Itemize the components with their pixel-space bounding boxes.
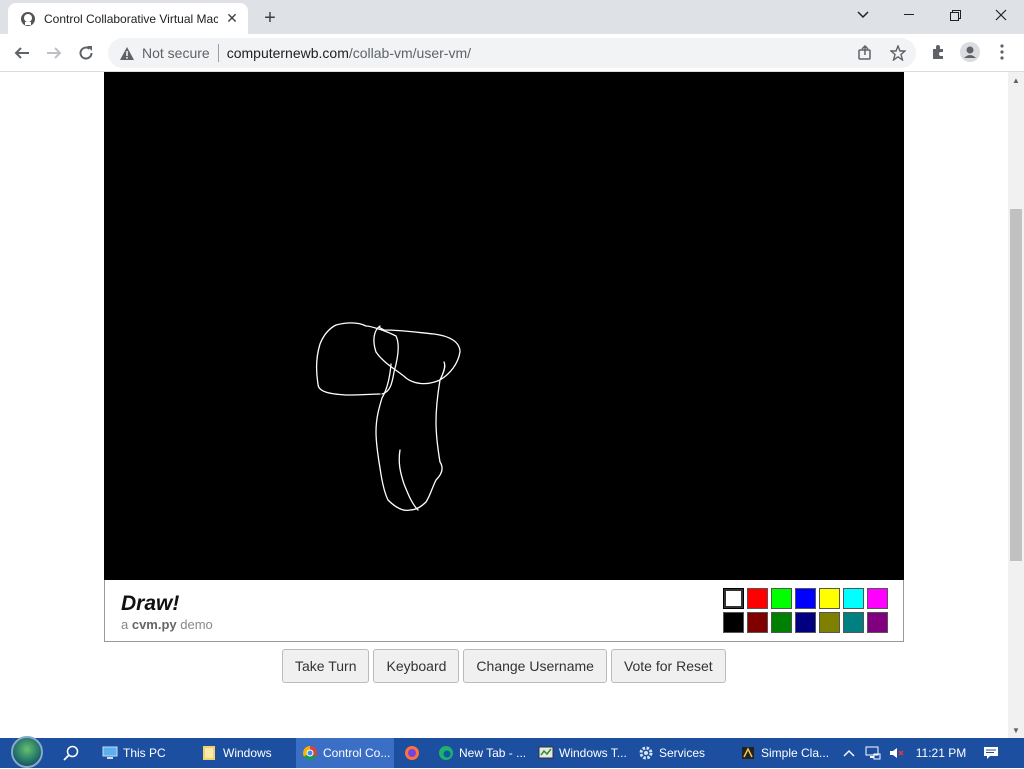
color-swatch[interactable] bbox=[867, 612, 888, 633]
url-host: computernewb.com bbox=[226, 45, 349, 61]
color-swatch[interactable] bbox=[771, 612, 792, 633]
taskbar: This PC Windows Control Co... New Tab - … bbox=[0, 735, 1024, 769]
scroll-up-arrow-icon[interactable]: ▲ bbox=[1008, 72, 1024, 88]
security-label[interactable]: Not secure bbox=[142, 45, 210, 61]
gear-icon bbox=[639, 746, 653, 760]
taskbar-label: Control Co... bbox=[323, 746, 391, 760]
folder-icon bbox=[203, 746, 215, 760]
drawing-stroke-left-blob bbox=[316, 322, 399, 396]
vote-reset-button[interactable]: Vote for Reset bbox=[610, 649, 726, 683]
taskbar-item-edge[interactable]: New Tab - ... bbox=[432, 738, 530, 768]
drawing-stroke-inner bbox=[398, 449, 419, 511]
taskbar-item-simple-classic[interactable]: Simple Cla... bbox=[734, 738, 834, 768]
close-window-icon[interactable] bbox=[978, 0, 1024, 30]
taskbar-item-windows[interactable]: Windows bbox=[196, 738, 294, 768]
subtitle-bold: cvm.py bbox=[131, 617, 177, 632]
taskbar-item-this-pc[interactable]: This PC bbox=[96, 738, 196, 768]
tab-title: Control Collaborative Virtual Machine bbox=[44, 11, 218, 26]
take-turn-button[interactable]: Take Turn bbox=[282, 649, 370, 683]
color-swatch[interactable] bbox=[747, 588, 768, 609]
app-icon bbox=[742, 747, 754, 759]
taskbar-item-firefox[interactable] bbox=[398, 738, 430, 768]
close-tab-icon[interactable]: ✕ bbox=[224, 10, 240, 27]
color-swatch[interactable] bbox=[843, 588, 864, 609]
color-swatch[interactable] bbox=[819, 588, 840, 609]
scroll-down-arrow-icon[interactable]: ▼ bbox=[1008, 722, 1024, 738]
color-swatch[interactable] bbox=[819, 612, 840, 633]
taskbar-item-chrome[interactable]: Control Co... bbox=[296, 738, 394, 768]
back-arrow-icon[interactable] bbox=[7, 38, 37, 68]
color-swatch[interactable] bbox=[867, 588, 888, 609]
restore-icon[interactable] bbox=[932, 0, 978, 30]
color-palette bbox=[723, 588, 889, 634]
color-swatch[interactable] bbox=[795, 588, 816, 609]
page-content: Draw! a cvm.py demo Take Turn Keyboard C… bbox=[0, 72, 1008, 738]
monitor-icon bbox=[102, 746, 118, 759]
change-username-button[interactable]: Change Username bbox=[463, 649, 607, 683]
color-swatch[interactable] bbox=[843, 612, 864, 633]
browser-toolbar: Not secure computernewb.com /collab-vm/u… bbox=[0, 34, 1024, 72]
color-swatch[interactable] bbox=[795, 612, 816, 633]
extensions-icon[interactable] bbox=[924, 38, 952, 66]
taskbar-label: Windows bbox=[223, 746, 272, 760]
address-separator bbox=[217, 44, 219, 62]
vm-button-bar: Take Turn Keyboard Change Username Vote … bbox=[282, 649, 726, 683]
taskbar-item-task-manager[interactable]: Windows T... bbox=[532, 738, 630, 768]
chrome-icon bbox=[303, 746, 317, 760]
url-path: /collab-vm/user-vm/ bbox=[348, 45, 472, 61]
vm-screen[interactable] bbox=[104, 72, 904, 580]
color-swatch[interactable] bbox=[747, 612, 768, 633]
minimize-icon[interactable] bbox=[886, 0, 932, 30]
page-scrollbar[interactable]: ▲ ▼ bbox=[1008, 72, 1024, 738]
menu-kebab-icon[interactable] bbox=[988, 38, 1016, 66]
clock[interactable]: 11:21 PM bbox=[912, 738, 970, 768]
drawing-canvas[interactable] bbox=[104, 72, 904, 580]
tab-strip: Control Collaborative Virtual Machine ✕ … bbox=[0, 0, 1024, 34]
scrollbar-thumb[interactable] bbox=[1010, 209, 1022, 561]
taskbar-label: Services bbox=[659, 746, 706, 760]
drawing-stroke-stem bbox=[375, 361, 446, 512]
color-swatch[interactable] bbox=[723, 588, 744, 609]
firefox-icon bbox=[405, 746, 419, 760]
tab-search-icon[interactable] bbox=[840, 0, 886, 30]
vm-footer: Draw! a cvm.py demo bbox=[104, 580, 904, 642]
start-orb-icon bbox=[11, 736, 43, 768]
search-icon[interactable] bbox=[58, 741, 84, 765]
reload-icon[interactable] bbox=[71, 38, 101, 68]
subtitle-prefix: a bbox=[121, 617, 132, 632]
taskbar-label: Windows T... bbox=[559, 746, 627, 760]
color-swatch[interactable] bbox=[723, 612, 744, 633]
profile-avatar-icon[interactable] bbox=[956, 38, 984, 66]
action-center-icon[interactable] bbox=[980, 738, 1002, 768]
collabvm-favicon-icon bbox=[20, 11, 36, 27]
drawing-stroke-right-blob bbox=[373, 325, 461, 385]
task-manager-icon bbox=[538, 746, 554, 759]
new-tab-icon[interactable]: + bbox=[258, 6, 282, 30]
keyboard-button[interactable]: Keyboard bbox=[373, 649, 460, 683]
edge-icon bbox=[439, 746, 453, 760]
color-swatch[interactable] bbox=[771, 588, 792, 609]
warning-icon[interactable] bbox=[118, 44, 136, 62]
taskbar-label: Simple Cla... bbox=[761, 746, 830, 760]
tray-chevron-up-icon[interactable] bbox=[840, 738, 858, 768]
bookmark-star-icon[interactable] bbox=[886, 41, 910, 65]
volume-muted-icon[interactable] bbox=[886, 738, 908, 768]
taskbar-item-services[interactable]: Services bbox=[632, 738, 730, 768]
app-subtitle: a cvm.py demo bbox=[121, 617, 213, 632]
forward-arrow-icon[interactable] bbox=[39, 38, 69, 68]
address-bar[interactable]: Not secure computernewb.com /collab-vm/u… bbox=[108, 38, 916, 68]
share-icon[interactable] bbox=[853, 41, 877, 65]
taskbar-label: This PC bbox=[123, 746, 166, 760]
network-icon[interactable] bbox=[862, 738, 884, 768]
subtitle-suffix: demo bbox=[176, 617, 213, 632]
start-button[interactable] bbox=[8, 735, 46, 769]
browser-tab[interactable]: Control Collaborative Virtual Machine ✕ bbox=[8, 3, 248, 34]
taskbar-label: New Tab - ... bbox=[459, 746, 527, 760]
app-title: Draw! bbox=[121, 592, 180, 615]
